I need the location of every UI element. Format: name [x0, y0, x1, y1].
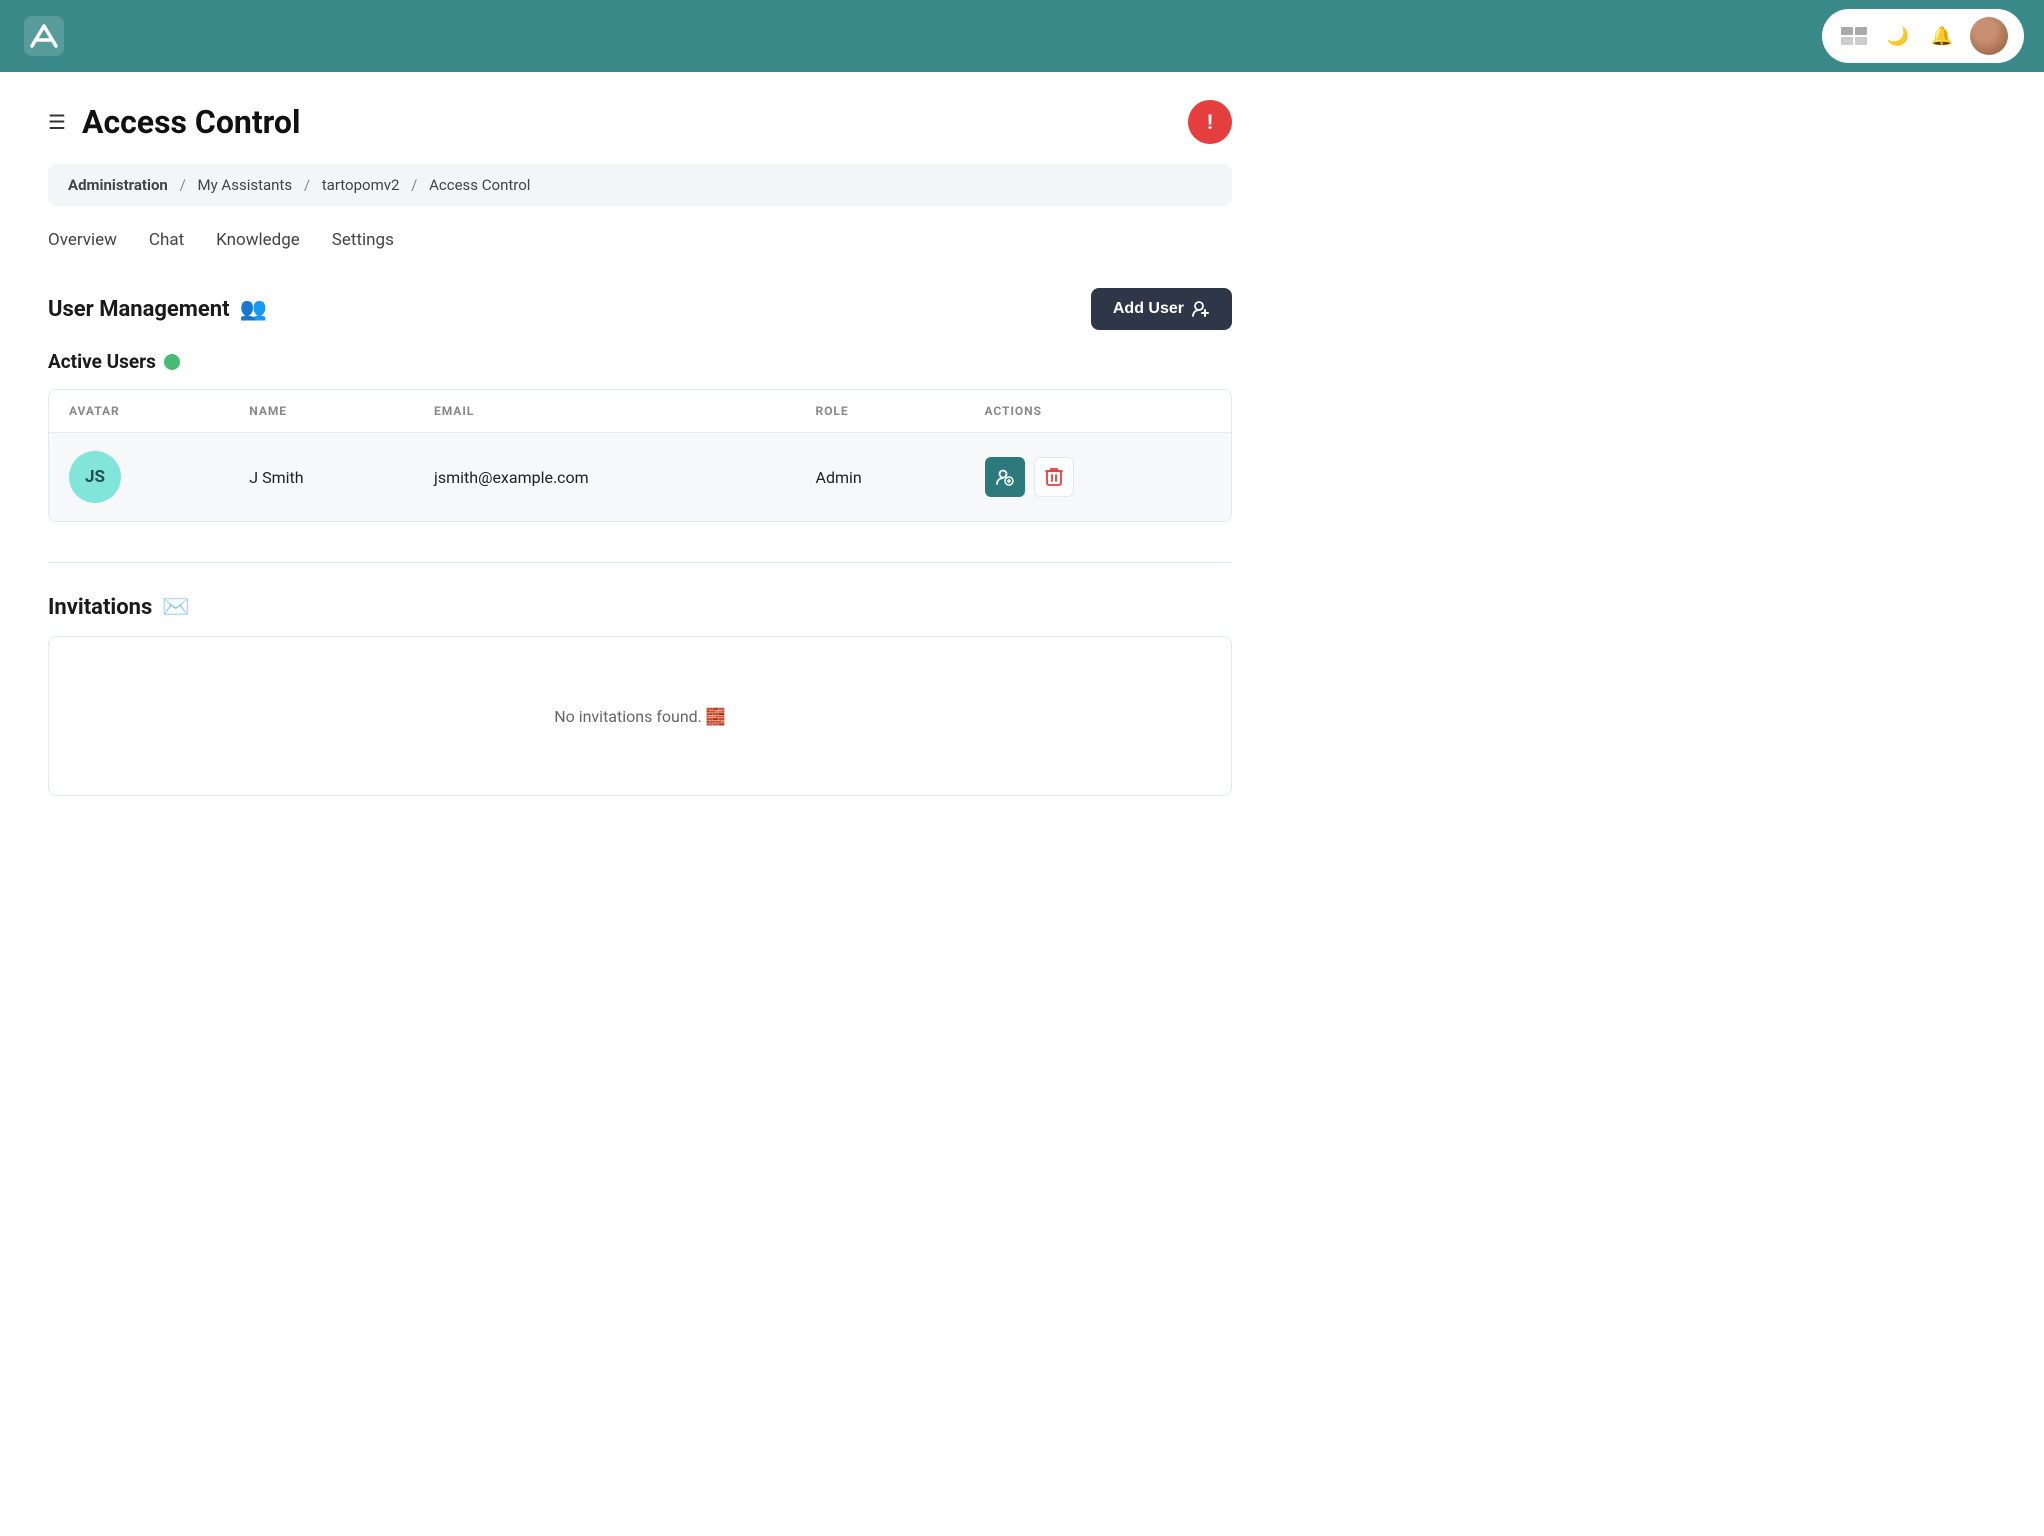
breadcrumb-sep2: / [304, 176, 310, 194]
page-title: Access Control [82, 103, 301, 141]
user-name: J Smith [249, 468, 303, 487]
users-table: AVATAR NAME EMAIL ROLE ACTIONS JS J Smit… [49, 390, 1231, 521]
section-divider [48, 562, 1232, 563]
cell-name: J Smith [229, 433, 414, 522]
col-avatar: AVATAR [49, 390, 229, 433]
page-header: ☰ Access Control ! [48, 100, 1232, 144]
invitations-empty-box: No invitations found. 🧱 [48, 636, 1232, 796]
menu-icon[interactable]: ☰ [48, 110, 66, 134]
role-icon [995, 467, 1015, 487]
add-user-button[interactable]: Add User [1091, 288, 1232, 330]
table-header-row: AVATAR NAME EMAIL ROLE ACTIONS [49, 390, 1231, 433]
bell-icon[interactable]: 🔔 [1926, 20, 1958, 52]
page-header-left: ☰ Access Control [48, 103, 300, 141]
col-name: NAME [229, 390, 414, 433]
alert-button[interactable]: ! [1188, 100, 1232, 144]
avatar-image [1970, 17, 2008, 55]
breadcrumb-sep1: / [180, 176, 186, 194]
delete-user-button[interactable] [1034, 457, 1074, 497]
tab-chat[interactable]: Chat [149, 230, 184, 256]
invitations-empty-icon: 🧱 [706, 707, 726, 726]
breadcrumb-assistant-name[interactable]: tartopomv2 [322, 176, 400, 194]
user-management-title: User Management 👥 [48, 297, 267, 322]
user-management-header: User Management 👥 Add User [48, 288, 1232, 330]
main-container: ☰ Access Control ! Administration / My A… [0, 72, 1280, 824]
ab-icon[interactable] [1838, 20, 1870, 52]
invitations-section: Invitations ✉️ No invitations found. 🧱 [48, 595, 1232, 796]
user-email: jsmith@example.com [434, 468, 589, 487]
dark-mode-icon[interactable]: 🌙 [1882, 20, 1914, 52]
breadcrumb-my-assistants[interactable]: My Assistants [198, 176, 293, 194]
breadcrumb-sep3: / [411, 176, 417, 194]
tab-settings[interactable]: Settings [332, 230, 394, 256]
invitations-empty-message: No invitations found. 🧱 [554, 707, 726, 726]
cell-email: jsmith@example.com [414, 433, 796, 522]
user-management-label: User Management [48, 297, 230, 322]
cell-actions [965, 433, 1232, 522]
topbar: 🌙 🔔 [0, 0, 2044, 72]
table-row: JS J Smith jsmith@example.com Admin [49, 433, 1231, 522]
add-user-label: Add User [1113, 300, 1184, 318]
col-role: ROLE [796, 390, 965, 433]
tabs: Overview Chat Knowledge Settings [48, 230, 1232, 256]
users-table-container: AVATAR NAME EMAIL ROLE ACTIONS JS J Smit… [48, 389, 1232, 522]
user-role: Admin [816, 468, 862, 487]
breadcrumb-current: Access Control [429, 176, 530, 194]
tab-knowledge[interactable]: Knowledge [216, 230, 300, 256]
cell-avatar: JS [49, 433, 229, 522]
user-management-icon: 👥 [240, 297, 267, 322]
trash-icon [1045, 467, 1063, 487]
breadcrumb-admin[interactable]: Administration [68, 176, 168, 194]
invitations-icon: ✉️ [162, 595, 189, 620]
tab-overview[interactable]: Overview [48, 230, 117, 256]
add-user-icon [1192, 300, 1210, 318]
invitations-title: Invitations ✉️ [48, 595, 1232, 620]
change-role-button[interactable] [985, 457, 1025, 497]
active-users-dot [164, 354, 180, 370]
logo[interactable] [20, 12, 68, 60]
invitations-label: Invitations [48, 595, 152, 620]
active-users-label: Active Users [48, 350, 156, 373]
breadcrumb: Administration / My Assistants / tartopo… [48, 164, 1232, 206]
alert-icon: ! [1207, 110, 1212, 134]
user-initials-avatar: JS [69, 451, 121, 503]
cell-role: Admin [796, 433, 965, 522]
user-avatar[interactable] [1970, 17, 2008, 55]
col-actions: ACTIONS [965, 390, 1232, 433]
active-users-title: Active Users [48, 350, 1232, 373]
col-email: EMAIL [414, 390, 796, 433]
topbar-right-controls: 🌙 🔔 [1822, 9, 2024, 63]
